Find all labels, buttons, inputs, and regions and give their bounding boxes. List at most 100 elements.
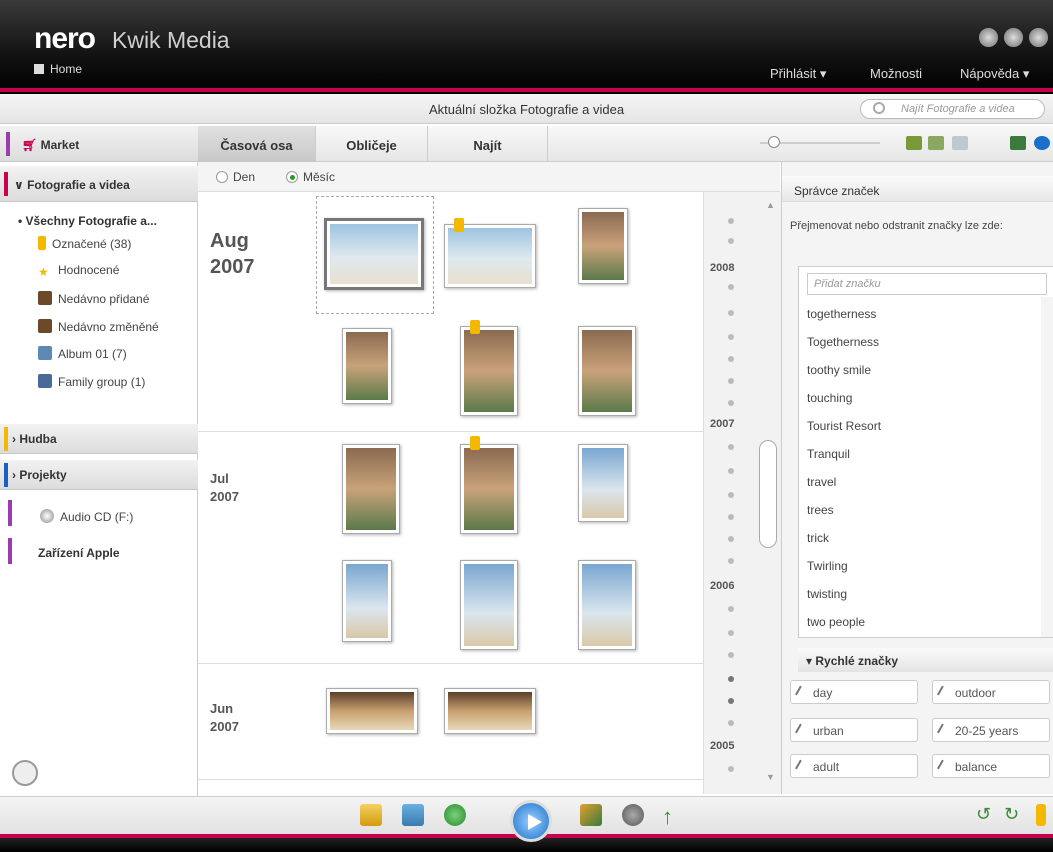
quick-tag[interactable]: 20-25 years [932, 718, 1050, 742]
photo-thumbnail[interactable] [444, 224, 536, 288]
timeline-content: Aug 2007 Jul 2007 Jun 2007 [198, 192, 703, 794]
photo-image [464, 448, 514, 530]
photo-thumbnail[interactable] [578, 560, 636, 650]
minimize-button[interactable] [979, 28, 998, 47]
status-circle[interactable] [12, 760, 38, 786]
tab-find[interactable]: Najít [428, 126, 548, 162]
photo-thumbnail[interactable] [460, 326, 518, 416]
tag-icon[interactable] [1036, 804, 1046, 826]
folder-icon [38, 319, 52, 333]
quick-tag[interactable]: urban [790, 718, 918, 742]
sidebar-item-recent-changed[interactable]: Nedávno změněné [38, 319, 159, 334]
year-label[interactable]: 2006 [710, 580, 734, 592]
quick-tag[interactable]: outdoor [932, 680, 1050, 704]
tag-item[interactable]: Twirling [807, 559, 848, 573]
maximize-button[interactable] [1004, 28, 1023, 47]
tag-manager-panel: Správce značek Přejmenovat nebo odstrani… [781, 162, 1053, 794]
search-input[interactable]: Najít Fotografie a videa [860, 99, 1045, 119]
quick-tag[interactable]: balance [932, 754, 1050, 778]
tag-item[interactable]: trick [807, 531, 829, 545]
rotate-left-icon[interactable]: ↺ [976, 804, 998, 826]
copy-icon[interactable] [402, 804, 424, 826]
add-icon[interactable] [444, 804, 466, 826]
pin-icon [937, 759, 949, 773]
sidebar-item-rated[interactable]: ★ Hodnocené [38, 263, 119, 279]
tag-item[interactable]: travel [807, 475, 836, 489]
upload-icon[interactable]: ↑ [662, 804, 684, 829]
quick-tag[interactable]: adult [790, 754, 918, 778]
tag-item[interactable]: Tourist Resort [807, 419, 881, 433]
sidebar-item-music[interactable]: › Hudba [0, 424, 198, 454]
zoom-slider[interactable] [760, 136, 880, 148]
home-link[interactable]: Home [34, 62, 82, 76]
sidebar-item-family[interactable]: Family group (1) [38, 374, 145, 389]
tab-faces[interactable]: Obličeje [316, 126, 428, 162]
info-icon[interactable] [1034, 136, 1050, 150]
rotate-right-icon[interactable]: ↻ [1004, 804, 1026, 826]
month-label: Jul 2007 [210, 470, 239, 506]
photo-thumbnail[interactable] [444, 688, 536, 734]
tag-item[interactable]: two people [807, 615, 865, 629]
scroll-down-icon[interactable]: ▼ [766, 772, 775, 782]
tag-item[interactable]: touching [807, 391, 852, 405]
photo-thumbnail[interactable] [578, 326, 636, 416]
edit-photo-icon[interactable] [580, 804, 602, 826]
sidebar-item-tagged[interactable]: Označené (38) [38, 236, 131, 251]
year-label[interactable]: 2008 [710, 262, 734, 274]
sidebar-item-projects[interactable]: › Projekty [0, 460, 198, 490]
photos-color-bar [4, 172, 8, 196]
month-radio[interactable]: Měsíc [286, 170, 335, 184]
sidebar-item-all[interactable]: • Všechny Fotografie a... [18, 214, 157, 228]
sidebar-item-market[interactable]: 🛒︎ Market [0, 126, 198, 162]
sidebar-item-apple[interactable]: Zařízení Apple [38, 546, 120, 560]
tag-item[interactable]: toothy smile [807, 363, 871, 377]
tag-item[interactable]: togetherness [807, 307, 876, 321]
sidebar-item-audiocd[interactable]: Audio CD (F:) [40, 509, 133, 524]
tag-list-scrollbar[interactable] [1041, 297, 1053, 637]
quick-tag[interactable]: day [790, 680, 918, 704]
tab-bar: Časová osa Obličeje Najít [198, 126, 1053, 162]
share-icon[interactable] [622, 804, 644, 826]
photo-thumbnail[interactable] [578, 444, 628, 522]
month-label: Jun 2007 [210, 700, 239, 736]
zoom-knob[interactable] [768, 136, 780, 148]
login-menu[interactable]: Přihlásit ▾ [770, 66, 826, 82]
photo-image [582, 212, 624, 280]
timeline-handle[interactable] [759, 440, 777, 548]
photo-thumbnail[interactable] [342, 328, 392, 404]
quick-tags-title[interactable]: ▾ Rychlé značky [798, 648, 1053, 672]
tag-item[interactable]: trees [807, 503, 834, 517]
people-tag-icon[interactable] [1010, 136, 1026, 150]
help-label: Nápověda [960, 66, 1020, 81]
sidebar-item-album[interactable]: Album 01 (7) [38, 346, 127, 361]
sidebar-item-recent-added[interactable]: Nedávno přidané [38, 291, 149, 306]
tab-timeline[interactable]: Časová osa [198, 126, 316, 162]
list-view-icon[interactable] [928, 136, 944, 150]
photo-thumbnail[interactable] [578, 208, 628, 284]
zoom-icon[interactable] [952, 136, 968, 150]
sidebar-item-photos[interactable]: ∨ Fotografie a videa [0, 166, 198, 202]
photo-image [448, 692, 532, 730]
pin-icon [795, 685, 807, 699]
photo-thumbnail[interactable] [326, 688, 418, 734]
photo-thumbnail[interactable] [324, 218, 424, 290]
grid-view-icon[interactable] [906, 136, 922, 150]
options-menu[interactable]: Možnosti [870, 66, 922, 81]
play-button[interactable] [510, 800, 552, 842]
tag-item[interactable]: Tranquil [807, 447, 850, 461]
year-label[interactable]: 2007 [710, 418, 734, 430]
photo-thumbnail[interactable] [460, 560, 518, 650]
import-icon[interactable] [360, 804, 382, 826]
close-button[interactable] [1029, 28, 1048, 47]
photo-thumbnail[interactable] [342, 444, 400, 534]
month-name: Jul [210, 471, 229, 486]
scroll-up-icon[interactable]: ▲ [766, 200, 775, 210]
year-label[interactable]: 2005 [710, 740, 734, 752]
day-radio[interactable]: Den [216, 170, 255, 184]
help-menu[interactable]: Nápověda ▾ [960, 66, 1029, 82]
tag-item[interactable]: Togetherness [807, 335, 879, 349]
add-tag-input[interactable]: Přidat značku [807, 273, 1047, 295]
tag-item[interactable]: twisting [807, 587, 847, 601]
photo-thumbnail[interactable] [342, 560, 392, 642]
photo-thumbnail[interactable] [460, 444, 518, 534]
